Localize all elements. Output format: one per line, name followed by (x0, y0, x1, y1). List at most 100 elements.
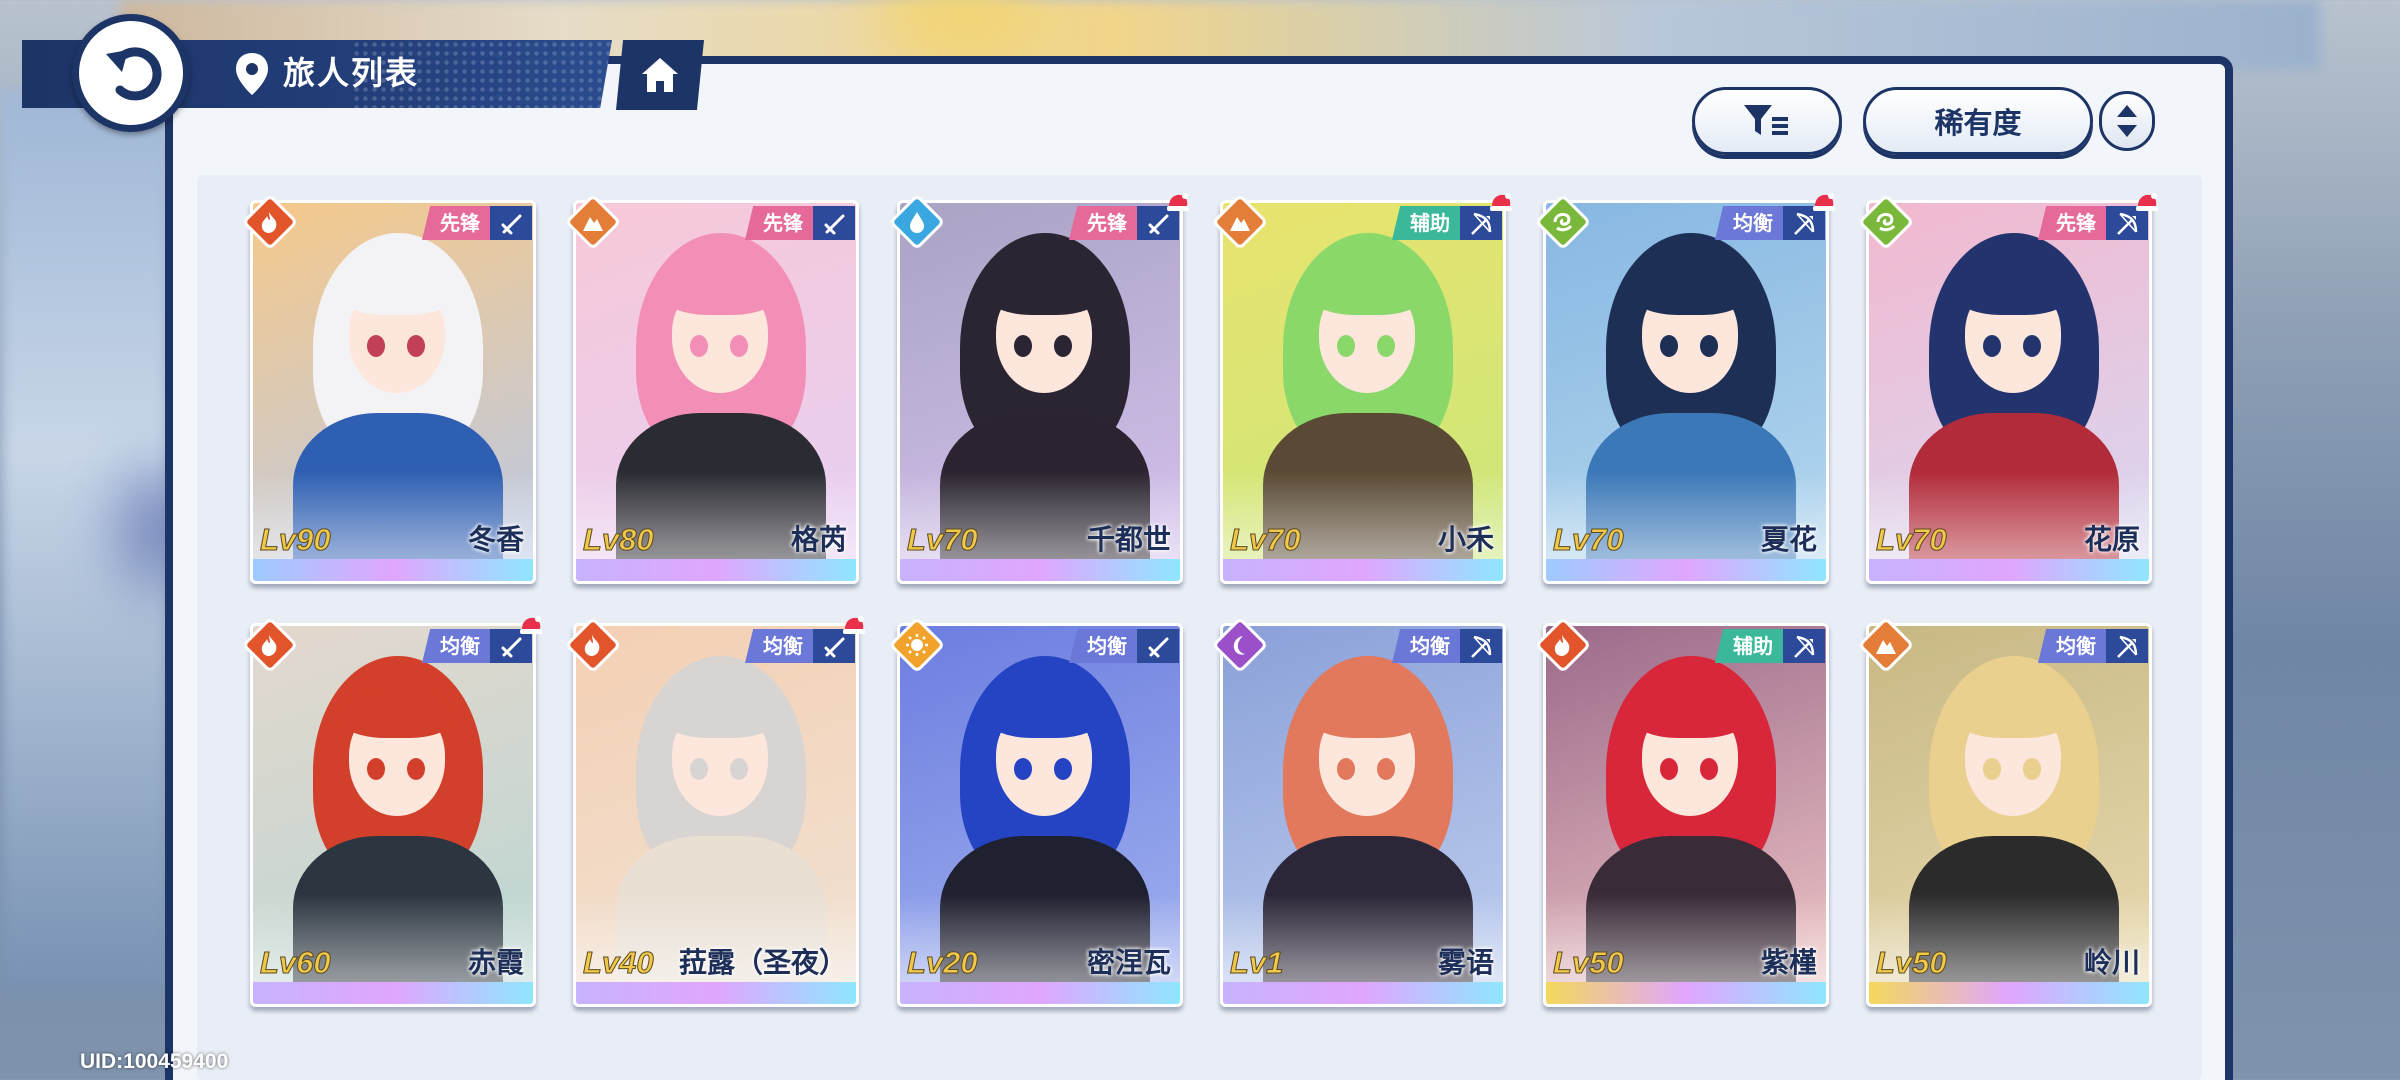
fire-icon (1534, 616, 1592, 674)
portrait-eye (1660, 758, 1678, 780)
character-level: Lv50 (1876, 945, 1948, 981)
character-name: 岭川 (2083, 946, 2140, 979)
role-tag: 先锋 (422, 206, 490, 240)
new-marker-icon (1811, 192, 1837, 214)
rarity-strip (1869, 559, 2149, 581)
character-name: 雾语 (1437, 946, 1494, 979)
character-card[interactable]: Lv20 密涅瓦 均衡 (888, 616, 1183, 1007)
location-pin-icon (236, 53, 268, 95)
filter-icon (1744, 105, 1788, 135)
portrait-eye (1014, 335, 1032, 357)
role-tag: 均衡 (1715, 206, 1783, 240)
portrait-eye (730, 335, 748, 357)
bow-icon (1783, 629, 1825, 663)
portrait-eye (407, 335, 425, 357)
dark-icon (1211, 616, 1269, 674)
portrait-eye (367, 758, 385, 780)
bow-icon (2106, 629, 2148, 663)
character-card[interactable]: Lv60 赤霞 均衡 (241, 616, 542, 1007)
character-level: Lv50 (1553, 945, 1625, 981)
new-marker-icon (1165, 192, 1191, 214)
sword-icon (490, 206, 532, 240)
portrait-eye (690, 335, 708, 357)
portrait-eye (1054, 335, 1072, 357)
character-level: Lv70 (1553, 522, 1625, 558)
portrait-fringe (662, 265, 778, 315)
rarity-strip (1223, 559, 1503, 581)
role-tag: 均衡 (745, 629, 813, 663)
character-card[interactable]: Lv50 岭川 均衡 (1857, 616, 2152, 1007)
character-card[interactable]: Lv80 格芮 先锋 (564, 193, 859, 584)
rarity-strip (1546, 982, 1826, 1004)
fire-icon (241, 193, 299, 251)
character-level: Lv70 (1230, 522, 1302, 558)
back-button[interactable] (72, 14, 190, 132)
portrait-fringe (1309, 688, 1425, 738)
character-card[interactable]: Lv70 千都世 先锋 (888, 193, 1189, 584)
role-tag: 均衡 (1069, 629, 1137, 663)
portrait-fringe (1955, 688, 2071, 738)
portrait-eye (1337, 758, 1355, 780)
role-tag: 辅助 (1392, 206, 1460, 240)
character-name: 赤霞 (467, 946, 524, 979)
user-id: UID:100459400 (80, 1050, 229, 1073)
sort-by-label: 稀有度 (1934, 106, 2022, 140)
portrait-eye (1983, 335, 2001, 357)
character-card[interactable]: Lv70 夏花 均衡 (1534, 193, 1835, 584)
rarity-strip (576, 982, 856, 1004)
role-tag: 先锋 (2038, 206, 2106, 240)
character-level: Lv70 (907, 522, 979, 558)
portrait-eye (1377, 335, 1395, 357)
new-marker-icon (518, 615, 544, 637)
character-name: 冬香 (467, 523, 524, 556)
back-arrow-icon (106, 47, 162, 101)
role-tag: 辅助 (1715, 629, 1783, 663)
sword-icon (813, 206, 855, 240)
home-button[interactable] (616, 40, 704, 110)
sort-by-rarity-button[interactable]: 稀有度 (1863, 87, 2093, 155)
light-icon (888, 616, 946, 674)
filter-button[interactable] (1692, 87, 1842, 155)
rarity-strip (253, 559, 533, 581)
character-name: 格芮 (790, 523, 847, 556)
rarity-strip (576, 559, 856, 581)
character-name: 菈露（圣夜） (678, 946, 847, 979)
rarity-strip (1869, 982, 2149, 1004)
portrait-fringe (1955, 265, 2071, 315)
rarity-strip (253, 982, 533, 1004)
new-marker-icon (841, 615, 867, 637)
portrait-fringe (986, 265, 1102, 315)
portrait-eye (1700, 335, 1718, 357)
portrait-eye (1014, 758, 1032, 780)
portrait-eye (1983, 758, 2001, 780)
rarity-strip (1546, 559, 1826, 581)
character-name: 密涅瓦 (1086, 946, 1171, 979)
portrait-eye (1337, 335, 1355, 357)
character-card[interactable]: Lv90 冬香 先锋 (241, 193, 536, 584)
role-tag: 均衡 (422, 629, 490, 663)
portrait-fringe (339, 688, 455, 738)
rarity-strip (900, 982, 1180, 1004)
fire-icon (241, 616, 299, 674)
character-card[interactable]: Lv50 紫槿 辅助 (1534, 616, 1829, 1007)
wind-icon (1534, 193, 1592, 251)
new-marker-icon (1488, 192, 1514, 214)
fire-icon (564, 616, 622, 674)
character-name: 千都世 (1086, 523, 1171, 556)
portrait-fringe (1632, 688, 1748, 738)
character-card[interactable]: Lv40 菈露（圣夜） 均衡 (564, 616, 865, 1007)
rarity-strip (1223, 982, 1503, 1004)
character-card[interactable]: Lv70 花原 先锋 (1857, 193, 2158, 584)
character-card[interactable]: Lv1 雾语 均衡 (1211, 616, 1506, 1007)
page-title: 旅人列表 (283, 54, 420, 92)
character-name: 紫槿 (1760, 946, 1817, 979)
sort-order-toggle[interactable] (2099, 91, 2155, 151)
portrait-eye (1660, 335, 1678, 357)
bow-icon (1460, 629, 1502, 663)
role-tag: 先锋 (1069, 206, 1137, 240)
character-card[interactable]: Lv70 小禾 辅助 (1211, 193, 1512, 584)
role-tag: 均衡 (2038, 629, 2106, 663)
sword-icon (1137, 629, 1179, 663)
portrait-eye (1054, 758, 1072, 780)
character-name: 花原 (2083, 523, 2140, 556)
